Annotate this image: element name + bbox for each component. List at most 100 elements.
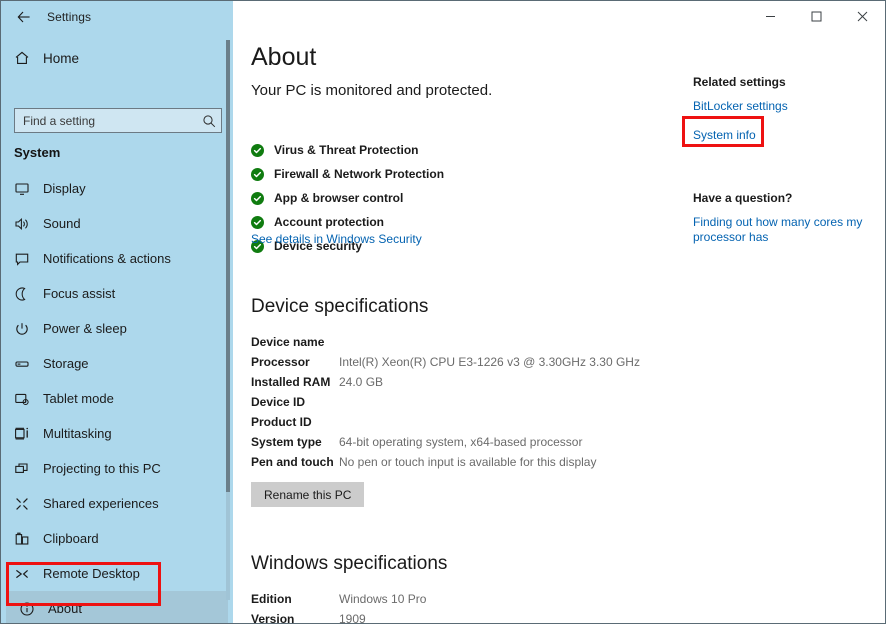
moon-icon (14, 286, 30, 302)
sidebar-item-label: Tablet mode (43, 391, 114, 406)
sidebar-item-tablet-mode[interactable]: Tablet mode (1, 381, 233, 416)
security-status-item: App & browser control (251, 186, 651, 210)
spec-key: Version (251, 610, 339, 624)
spec-row: Installed RAM24.0 GB (251, 373, 671, 393)
device-specifications-heading: Device specifications (251, 296, 428, 318)
sidebar-item-remote-desktop[interactable]: Remote Desktop (1, 556, 233, 591)
security-status-item: Firewall & Network Protection (251, 162, 651, 186)
spec-value: 64-bit operating system, x64-based proce… (339, 433, 582, 452)
storage-icon (1, 356, 43, 372)
question-links-list: Finding out how many cores my processor … (693, 215, 868, 245)
sidebar-item-power-sleep[interactable]: Power & sleep (1, 311, 233, 346)
windows-security-details-link[interactable]: See details in Windows Security (251, 232, 422, 246)
spec-row: Device name (251, 333, 671, 353)
maximize-icon (811, 11, 822, 22)
windows-specifications-heading: Windows specifications (251, 553, 447, 575)
notification-icon (1, 251, 43, 267)
power-icon (1, 321, 43, 337)
sidebar-item-home[interactable]: Home (1, 43, 233, 73)
search-icon[interactable] (197, 114, 221, 128)
sidebar-scrollbar-thumb[interactable] (226, 40, 230, 492)
related-link-bitlocker-settings[interactable]: BitLocker settings (693, 99, 868, 114)
remote-desktop-icon (1, 566, 43, 582)
spec-row: Version1909 (251, 610, 671, 624)
spec-value: Intel(R) Xeon(R) CPU E3-1226 v3 @ 3.30GH… (339, 353, 640, 372)
checkmark-icon (253, 170, 262, 179)
sidebar-item-storage[interactable]: Storage (1, 346, 233, 381)
security-status-label: Account protection (274, 215, 384, 229)
moon-icon (1, 286, 43, 302)
spec-value: Windows 10 Pro (339, 590, 426, 609)
clipboard-icon (14, 531, 30, 547)
spec-row: Pen and touchNo pen or touch input is av… (251, 453, 671, 473)
spec-value: No pen or touch input is available for t… (339, 453, 596, 472)
sidebar-group-title: System (14, 145, 60, 160)
green-check-icon (251, 216, 264, 229)
share-nodes-icon (14, 496, 30, 512)
multitasking-icon (14, 426, 30, 442)
sidebar-item-shared-experiences[interactable]: Shared experiences (1, 486, 233, 521)
related-link-system-info[interactable]: System info (693, 128, 868, 143)
close-button[interactable] (839, 1, 885, 32)
title-bar: Settings (1, 1, 885, 32)
spec-row: Device ID (251, 393, 671, 413)
rename-pc-button[interactable]: Rename this PC (251, 482, 364, 507)
protection-subtitle: Your PC is monitored and protected. (251, 82, 492, 99)
spec-key: Pen and touch (251, 453, 339, 472)
sidebar-item-label: Projecting to this PC (43, 461, 161, 476)
search-input[interactable] (15, 114, 197, 128)
sidebar-item-sound[interactable]: Sound (1, 206, 233, 241)
tablet-icon (1, 391, 43, 407)
window-controls (233, 1, 885, 32)
spec-value: 1909 (339, 610, 366, 624)
sidebar-item-about[interactable]: About (6, 591, 228, 624)
close-icon (857, 11, 868, 22)
security-status-label: App & browser control (274, 191, 403, 205)
sidebar-nav-list: Display Sound Notifications & actionsFocus… (1, 171, 233, 624)
sidebar-item-label: Sound (43, 216, 81, 231)
back-button[interactable] (1, 1, 47, 32)
spec-key: Installed RAM (251, 373, 339, 392)
clipboard-icon (1, 531, 43, 547)
maximize-button[interactable] (793, 1, 839, 32)
search-box[interactable] (14, 108, 222, 133)
sidebar-item-projecting-to-this-pc[interactable]: Projecting to this PC (1, 451, 233, 486)
sidebar-item-multitasking[interactable]: Multitasking (1, 416, 233, 451)
sidebar-item-focus-assist[interactable]: Focus assist (1, 276, 233, 311)
settings-window: Settings (0, 0, 886, 624)
sidebar-item-label: Storage (43, 356, 89, 371)
projecting-icon (1, 461, 43, 477)
minimize-button[interactable] (747, 1, 793, 32)
related-links-list: BitLocker settings System info (693, 99, 868, 143)
spec-row: Product ID (251, 413, 671, 433)
green-check-icon (251, 192, 264, 205)
sidebar-item-label: Display (43, 181, 86, 196)
page-title: About (251, 43, 316, 72)
home-label: Home (43, 51, 79, 66)
sidebar-item-label: Multitasking (43, 426, 112, 441)
sidebar-item-label: Remote Desktop (43, 566, 140, 581)
windows-specifications-table: EditionWindows 10 ProVersion1909 (251, 590, 671, 624)
question-link-finding-out-how-many-cores-m[interactable]: Finding out how many cores my processor … (693, 215, 868, 245)
monitor-icon (1, 181, 43, 197)
security-status-label: Firewall & Network Protection (274, 167, 444, 181)
speaker-icon (14, 216, 30, 232)
main-content: About Your PC is monitored and protected… (233, 32, 885, 624)
green-check-icon (251, 144, 264, 157)
sidebar-item-label: Clipboard (43, 531, 99, 546)
share-nodes-icon (1, 496, 43, 512)
spec-row: ProcessorIntel(R) Xeon(R) CPU E3-1226 v3… (251, 353, 671, 373)
green-check-icon (251, 168, 264, 181)
checkmark-icon (253, 218, 262, 227)
device-specifications-table: Device nameProcessorIntel(R) Xeon(R) CPU… (251, 333, 671, 473)
power-icon (14, 321, 30, 337)
sidebar-item-display[interactable]: Display (1, 171, 233, 206)
sidebar-item-notifications-actions[interactable]: Notifications & actions (1, 241, 233, 276)
monitor-icon (14, 181, 30, 197)
minimize-icon (765, 11, 776, 22)
sidebar-item-clipboard[interactable]: Clipboard (1, 521, 233, 556)
sidebar-item-label: Power & sleep (43, 321, 127, 336)
remote-desktop-icon (14, 566, 30, 582)
info-circle-icon (6, 601, 48, 617)
home-icon (1, 50, 43, 66)
